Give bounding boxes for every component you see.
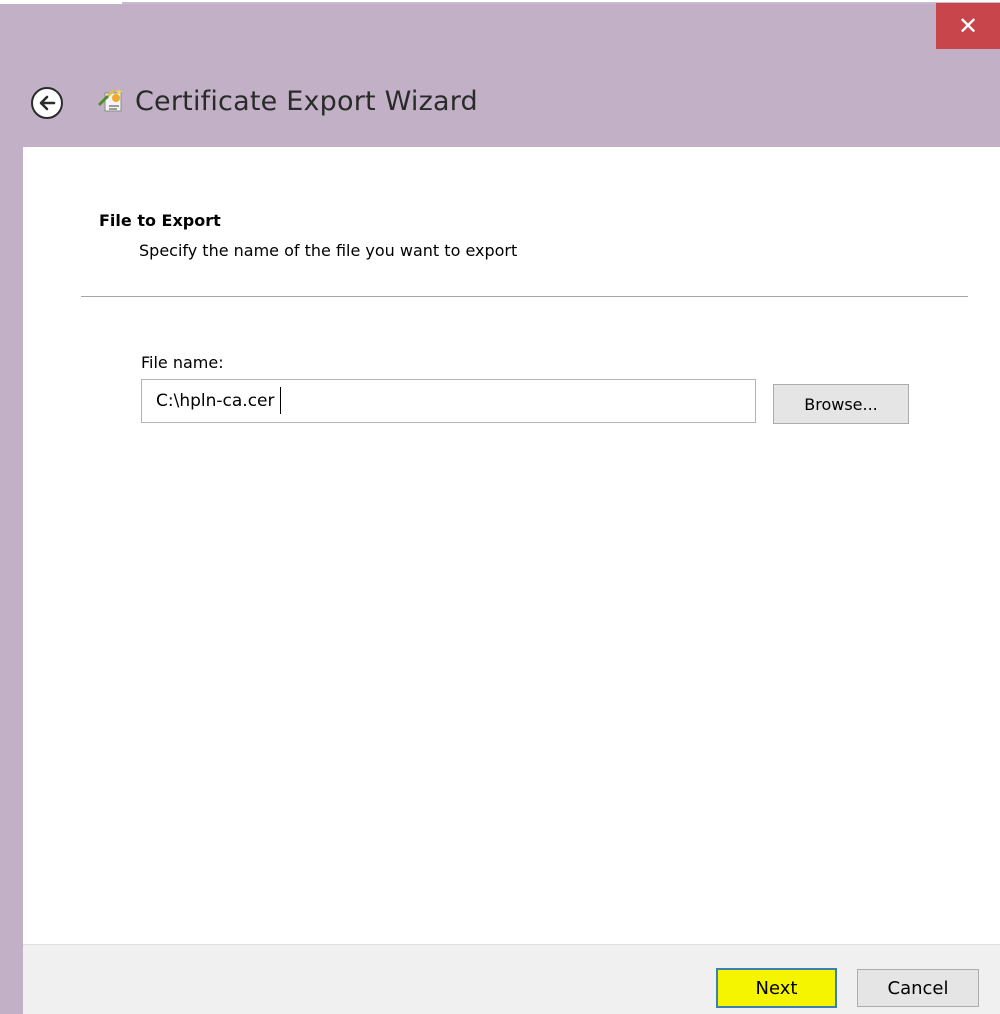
window-top-edge <box>0 0 1000 4</box>
close-icon: ✕ <box>957 12 979 40</box>
window-title: Certificate Export Wizard <box>135 86 478 117</box>
wizard-footer: Next Cancel <box>23 944 1000 1014</box>
cancel-button[interactable]: Cancel <box>857 969 979 1007</box>
section-heading: File to Export <box>99 211 221 230</box>
back-button[interactable] <box>31 87 63 119</box>
section-description: Specify the name of the file you want to… <box>139 241 518 260</box>
certificate-wizard-icon <box>98 89 122 112</box>
wizard-content-panel: File to Export Specify the name of the f… <box>23 147 1000 944</box>
header-divider <box>81 296 968 297</box>
file-name-input[interactable] <box>141 379 756 423</box>
browse-button[interactable]: Browse... <box>773 384 909 424</box>
close-button[interactable]: ✕ <box>936 3 1000 49</box>
text-caret <box>280 387 281 414</box>
file-name-label: File name: <box>141 353 224 372</box>
next-button[interactable]: Next <box>716 968 837 1008</box>
back-arrow-icon <box>39 95 56 111</box>
